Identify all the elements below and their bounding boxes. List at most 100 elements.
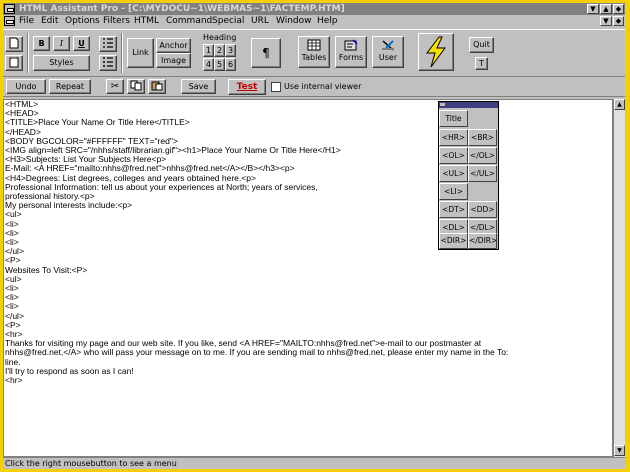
link-button[interactable]: Link <box>127 38 154 68</box>
scroll-down-arrow-icon[interactable]: ▼ <box>614 445 625 456</box>
copy-icon <box>130 80 142 91</box>
editor-line: Websites To Visit:<P> <box>5 264 88 275</box>
editor-line: <li> <box>5 218 19 229</box>
scroll-up-arrow-icon[interactable]: ▲ <box>614 99 625 110</box>
status-bar: Click the right mousebutton to see a men… <box>3 457 625 469</box>
restore-icon[interactable]: ◆ <box>613 4 624 14</box>
copy-button[interactable] <box>127 79 145 94</box>
cut-button[interactable]: ✂ <box>106 79 124 94</box>
use-internal-viewer-label: Use internal viewer <box>284 82 362 91</box>
title-bar[interactable]: HTML Assistant Pro - [C:\MYDOCU~1\WEBMAS… <box>3 3 625 15</box>
main-toolbar: B I U Styles Link Anchor Image Heading 1… <box>3 29 625 74</box>
menu-command[interactable]: Command <box>166 15 212 28</box>
menu-window[interactable]: Window <box>276 15 312 28</box>
clipboard-button[interactable] <box>5 55 23 71</box>
vertical-scrollbar[interactable]: ▲ ▼ <box>613 99 625 457</box>
ol-tag-button[interactable]: <OL> <box>439 147 468 164</box>
menu-options[interactable]: Options <box>65 15 100 28</box>
lightning-icon <box>426 36 446 68</box>
editor-line: <li> <box>5 283 19 294</box>
menu-filters[interactable]: Filters <box>103 15 130 28</box>
edit-toolbar: Undo Repeat ✂ Save Test Use internal vie… <box>3 76 625 97</box>
tag-palette: Title <HR> <BR> <OL> </OL> <UL> </UL> <L… <box>438 101 499 250</box>
heading-5-button[interactable]: 5 <box>214 58 225 71</box>
menu-edit[interactable]: Edit <box>41 15 58 28</box>
clipboard-icon <box>9 57 19 68</box>
form-icon <box>344 39 358 51</box>
dd-tag-button[interactable]: <DD> <box>468 201 497 218</box>
menu-special[interactable]: Special <box>212 15 244 28</box>
t-button[interactable]: T <box>475 57 488 70</box>
use-internal-viewer-checkbox[interactable] <box>271 82 281 92</box>
minimize-button[interactable]: ▼ <box>587 4 599 14</box>
editor-line: <ul> <box>5 209 22 220</box>
palette-caption[interactable] <box>439 102 498 108</box>
table-icon <box>307 39 321 51</box>
editor-line: <li> <box>5 292 19 303</box>
forms-button[interactable]: Forms <box>335 36 367 68</box>
maximize-button[interactable]: ▲ <box>600 4 612 14</box>
user-label: User <box>378 53 398 62</box>
li-tag-button[interactable]: <LI> <box>439 183 468 200</box>
numbered-list-button[interactable] <box>99 36 117 52</box>
menu-help[interactable]: Help <box>317 15 338 28</box>
doc-minimize-button[interactable]: ▼ <box>600 16 612 26</box>
repeat-button[interactable]: Repeat <box>49 79 91 94</box>
html-editor[interactable]: <HTML> <HEAD> <TITLE>Place Your Name Or Ti… <box>3 99 613 457</box>
lightning-button[interactable] <box>418 33 454 71</box>
toolbar-separator <box>27 33 29 73</box>
editor-line: I'll try to respond as soon as I can! <box>5 365 134 376</box>
bold-button[interactable]: B <box>33 36 50 51</box>
editor-line: </ul> <box>5 246 24 257</box>
ol-close-tag-button[interactable]: </OL> <box>468 147 497 164</box>
heading-1-button[interactable]: 1 <box>203 44 214 57</box>
heading-label: Heading <box>203 33 237 42</box>
editor-line: </ul> <box>5 310 24 321</box>
hr-tag-button[interactable]: <HR> <box>439 129 468 146</box>
editor-line: <ul> <box>5 273 22 284</box>
ul-tag-button[interactable]: <UL> <box>439 165 468 182</box>
doc-restore-icon[interactable]: ◆ <box>613 16 624 26</box>
editor-line: <li> <box>5 237 19 248</box>
editor-line: Professional Information: tell us about … <box>5 181 318 192</box>
menu-file[interactable]: File <box>19 15 34 28</box>
heading-4-button[interactable]: 4 <box>203 58 214 71</box>
user-button[interactable]: User <box>372 36 404 68</box>
dir-close-tag-button[interactable]: </DIR> <box>468 233 497 249</box>
editor-line: <HTML> <box>5 99 39 109</box>
title-tag-button[interactable]: Title <box>439 110 468 127</box>
editor-line: <P> <box>5 319 21 330</box>
menu-html[interactable]: HTML <box>134 15 159 28</box>
paste-button[interactable] <box>148 79 166 94</box>
document-icon <box>9 37 19 49</box>
editor-line: <li> <box>5 227 19 238</box>
undo-button[interactable]: Undo <box>6 79 46 94</box>
test-button[interactable]: Test <box>228 79 266 95</box>
anchor-button[interactable]: Anchor <box>156 38 191 53</box>
br-tag-button[interactable]: <BR> <box>468 129 497 146</box>
ul-close-tag-button[interactable]: </UL> <box>468 165 497 182</box>
underline-button[interactable]: U <box>73 36 90 51</box>
editor-line: My personal interests include:<p> <box>5 200 133 211</box>
styles-button[interactable]: Styles <box>33 55 90 71</box>
image-button[interactable]: Image <box>156 53 191 68</box>
heading-2-button[interactable]: 2 <box>214 44 225 57</box>
italic-button[interactable]: I <box>53 36 70 51</box>
save-button[interactable]: Save <box>181 79 216 94</box>
editor-line: nhhs@fred.net,</A> who will pass your me… <box>5 347 509 358</box>
editor-line: <hr> <box>5 375 23 386</box>
system-menu-icon[interactable] <box>4 4 15 14</box>
heading-6-button[interactable]: 6 <box>225 58 236 71</box>
paste-icon <box>151 81 163 91</box>
paragraph-button[interactable]: ¶ <box>251 38 281 68</box>
document-system-menu-icon[interactable] <box>4 16 15 26</box>
tables-button[interactable]: Tables <box>298 36 330 68</box>
heading-3-button[interactable]: 3 <box>225 44 236 57</box>
quit-button[interactable]: Quit <box>469 37 494 53</box>
bullet-list-button[interactable] <box>99 55 117 71</box>
scissors-icon: ✂ <box>110 81 120 92</box>
new-document-button[interactable] <box>5 36 23 52</box>
dt-tag-button[interactable]: <DT> <box>439 201 468 218</box>
dir-tag-button[interactable]: <DIR> <box>439 233 468 249</box>
menu-url[interactable]: URL <box>251 15 269 28</box>
